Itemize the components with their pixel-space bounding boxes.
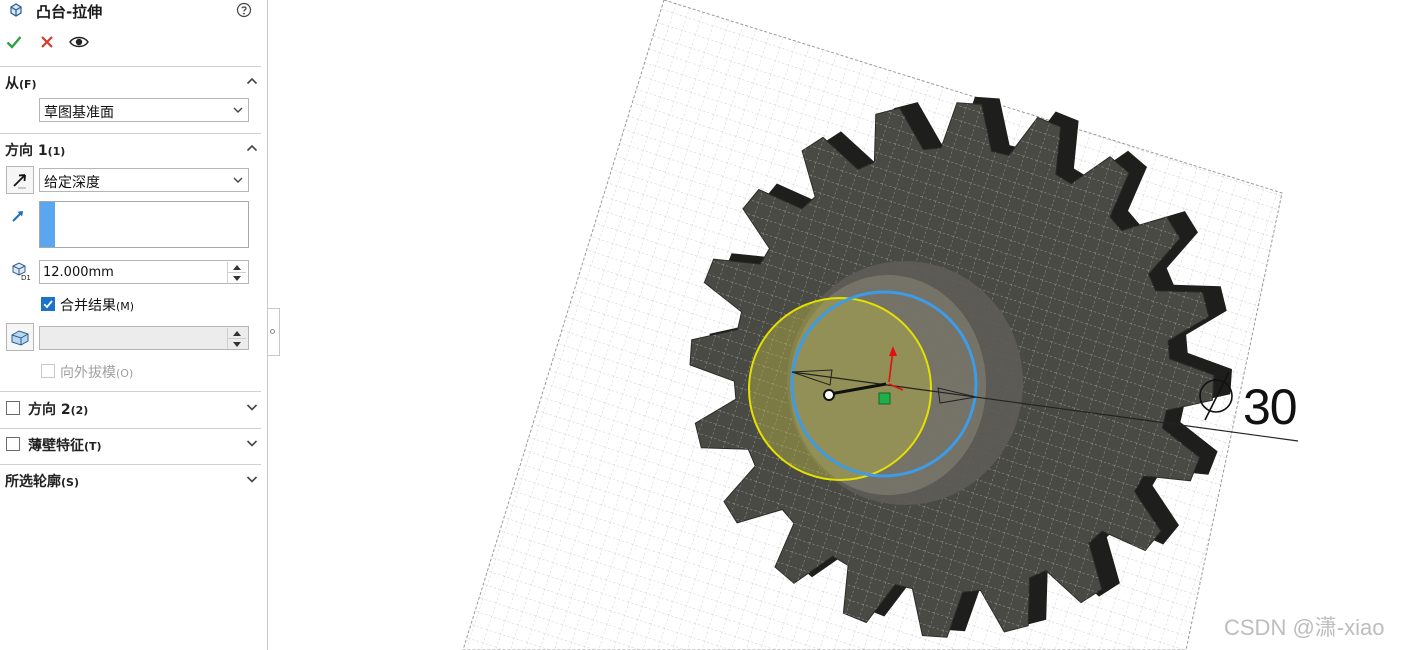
triangle-down-icon — [233, 341, 241, 347]
merge-result-label: 合并结果(M) — [60, 298, 135, 314]
divider — [0, 428, 261, 429]
divider — [0, 66, 261, 67]
dimension-value-label[interactable]: 30 — [1243, 378, 1298, 436]
draft-icon — [11, 330, 29, 346]
panel-title: 凸台-拉伸 — [36, 3, 103, 21]
property-manager-panel: 凸台-拉伸 从(F) 草图基准面 方向 1(1) 给定深度 D1 12.000m… — [0, 0, 268, 650]
panel-header: 凸台-拉伸 — [0, 0, 268, 24]
chevron-down-icon[interactable] — [246, 402, 258, 412]
triangle-down-icon — [233, 275, 241, 281]
draft-angle-input — [39, 326, 249, 350]
start-condition-select[interactable]: 草图基准面 — [39, 98, 249, 122]
divider — [0, 133, 261, 134]
action-buttons — [0, 32, 268, 52]
draft-toggle-button[interactable] — [6, 323, 34, 351]
chevron-down-icon — [233, 107, 243, 113]
depth-value: 12.000mm — [43, 265, 114, 280]
gear-model-view[interactable] — [281, 0, 1412, 650]
selected-contours-section-title: 所选轮廓(S) — [5, 474, 79, 490]
direction-reference-listbox[interactable] — [39, 201, 249, 248]
triangle-up-icon — [233, 330, 241, 336]
svg-text:D1: D1 — [21, 274, 31, 281]
thin-feature-checkbox[interactable] — [6, 437, 20, 451]
check-icon — [6, 36, 22, 49]
grip-dot-icon — [270, 329, 275, 334]
spin-down-button[interactable] — [227, 272, 246, 283]
boss-extrude-icon — [10, 3, 22, 17]
chevron-down-icon[interactable] — [246, 474, 258, 484]
chevron-down-icon[interactable] — [246, 438, 258, 448]
direction2-checkbox[interactable] — [6, 401, 20, 415]
watermark-text: CSDN @潇-xiao — [1224, 615, 1385, 640]
cancel-button[interactable] — [37, 32, 57, 52]
reverse-direction-button[interactable] — [6, 166, 34, 194]
selected-contours-section-header[interactable]: 所选轮廓(S) — [0, 469, 268, 491]
direction2-section-title: 方向 2(2) — [28, 402, 89, 418]
spin-down-button — [227, 338, 246, 349]
chevron-up-icon[interactable] — [246, 76, 258, 86]
divider — [0, 391, 261, 392]
preview-button[interactable] — [69, 32, 89, 52]
end-condition-select[interactable]: 给定深度 — [39, 168, 249, 192]
ok-button[interactable] — [4, 32, 24, 52]
help-icon[interactable] — [236, 2, 252, 18]
close-icon — [41, 36, 53, 48]
direction2-section-header[interactable]: 方向 2(2) — [0, 397, 268, 419]
yellow-profile-circle[interactable] — [748, 297, 932, 481]
eye-icon — [69, 36, 89, 48]
start-condition-value: 草图基准面 — [44, 105, 114, 121]
triangle-up-icon — [233, 264, 241, 270]
spin-up-button — [227, 328, 246, 338]
chevron-up-icon[interactable] — [246, 143, 258, 153]
reverse-direction-icon — [13, 174, 26, 189]
checkmark-icon — [43, 300, 53, 309]
origin-marker-icon — [878, 392, 891, 405]
direction-arrow-icon — [12, 211, 23, 222]
from-section-title: 从(F) — [5, 76, 37, 92]
direction1-section-title: 方向 1(1) — [5, 143, 66, 159]
from-section-header[interactable]: 从(F) — [0, 71, 268, 93]
depth-icon: D1 — [12, 262, 31, 281]
spin-up-button[interactable] — [227, 262, 246, 272]
thin-feature-section-title: 薄壁特征(T) — [28, 438, 102, 454]
draft-outward-checkbox — [41, 364, 55, 378]
graphics-viewport[interactable]: 30 CSDN @潇-xiao — [281, 0, 1412, 650]
divider — [0, 464, 261, 465]
chevron-down-icon — [233, 177, 243, 183]
merge-result-checkbox[interactable] — [41, 297, 55, 311]
thin-feature-section-header[interactable]: 薄壁特征(T) — [0, 433, 268, 455]
panel-collapse-handle[interactable] — [268, 308, 280, 356]
end-condition-value: 给定深度 — [44, 175, 100, 191]
draft-outward-label: 向外拔模(O) — [60, 365, 134, 381]
origin-point — [823, 389, 835, 401]
direction1-section-header[interactable]: 方向 1(1) — [0, 138, 268, 160]
depth-input[interactable]: 12.000mm — [39, 260, 249, 284]
selection-highlight-bar — [40, 202, 55, 247]
